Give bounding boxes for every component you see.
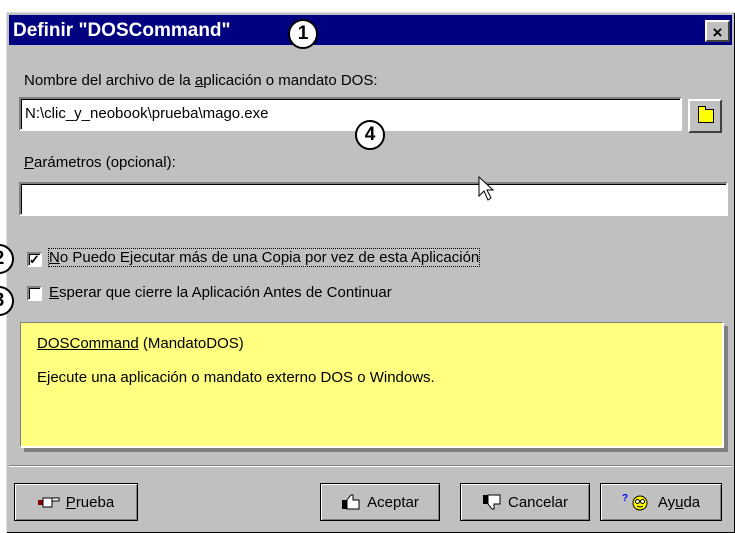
window-title: Definir "DOSCommand" [13, 20, 231, 41]
help-button[interactable]: ? Ayuda [600, 483, 722, 521]
wait-label[interactable]: Esperar que cierre la Aplicación Antes d… [49, 284, 392, 301]
accept-button[interactable]: Aceptar [320, 483, 440, 521]
label-text: arámetros (opcional): [34, 154, 176, 171]
accelerator-key: P [65, 493, 76, 511]
test-button[interactable]: Prueba [14, 483, 138, 521]
accelerator-key: E [49, 284, 60, 301]
browse-button[interactable] [688, 99, 722, 133]
command-description: Ejecute una aplicación o mandato externo… [37, 369, 435, 386]
single-copy-checkbox[interactable]: ✓ [27, 252, 42, 267]
cancel-button[interactable]: Cancelar [460, 483, 590, 521]
app-field-label: Nombre del archivo de la aplicación o ma… [24, 72, 378, 89]
close-button[interactable]: × [705, 20, 730, 42]
accelerator-key: P [24, 154, 35, 171]
help-button-label: Ayuda [658, 494, 700, 511]
folder-icon [698, 106, 714, 123]
callout-4: 4 [355, 120, 385, 150]
command-info-box: DOSCommand (MandatoDOS) Ejecute una apli… [20, 322, 724, 448]
help-face-icon: ? [622, 493, 648, 511]
params-field-label: Parámetros (opcional): [24, 154, 176, 171]
title-bar: Definir "DOSCommand" × [9, 15, 732, 45]
command-name-link[interactable]: DOSCommand [37, 335, 139, 352]
callout-1: 1 [288, 19, 318, 49]
mouse-cursor-icon [478, 176, 494, 201]
label-text: Nombre del archivo de la [24, 72, 195, 89]
params-input[interactable] [19, 182, 728, 216]
label-text: sperar que cierre la Aplicación Antes de… [59, 284, 392, 301]
pointing-hand-icon [37, 497, 60, 508]
accept-button-label: Aceptar [367, 493, 419, 511]
thumbs-up-icon [342, 494, 360, 510]
svg-text:?: ? [622, 493, 628, 504]
label-text: o Puedo Ejecutar más de una Copia por ve… [59, 249, 480, 266]
command-title: DOSCommand (MandatoDOS) [37, 335, 244, 352]
app-path-input[interactable]: N:\clic_y_neobook\prueba\mago.exe [19, 97, 682, 131]
single-copy-label[interactable]: No Puedo Ejecutar más de una Copia por v… [47, 248, 481, 267]
accelerator-key: a [194, 72, 204, 89]
cancel-button-label: Cancelar [507, 493, 569, 511]
label-text: da [683, 493, 701, 511]
separator [9, 465, 732, 467]
dialog-window: Definir "DOSCommand" × Nombre del archiv… [6, 12, 735, 533]
command-alias: (MandatoDOS) [142, 335, 244, 352]
label-text: rueba [75, 493, 115, 511]
thumbs-down-icon [482, 494, 501, 510]
label-text: Ay [657, 493, 676, 511]
test-button-label: Prueba [66, 494, 114, 511]
wait-checkbox[interactable] [27, 286, 42, 301]
accelerator-key: N [49, 249, 60, 266]
label-text: plicación o mandato DOS: [203, 72, 378, 89]
